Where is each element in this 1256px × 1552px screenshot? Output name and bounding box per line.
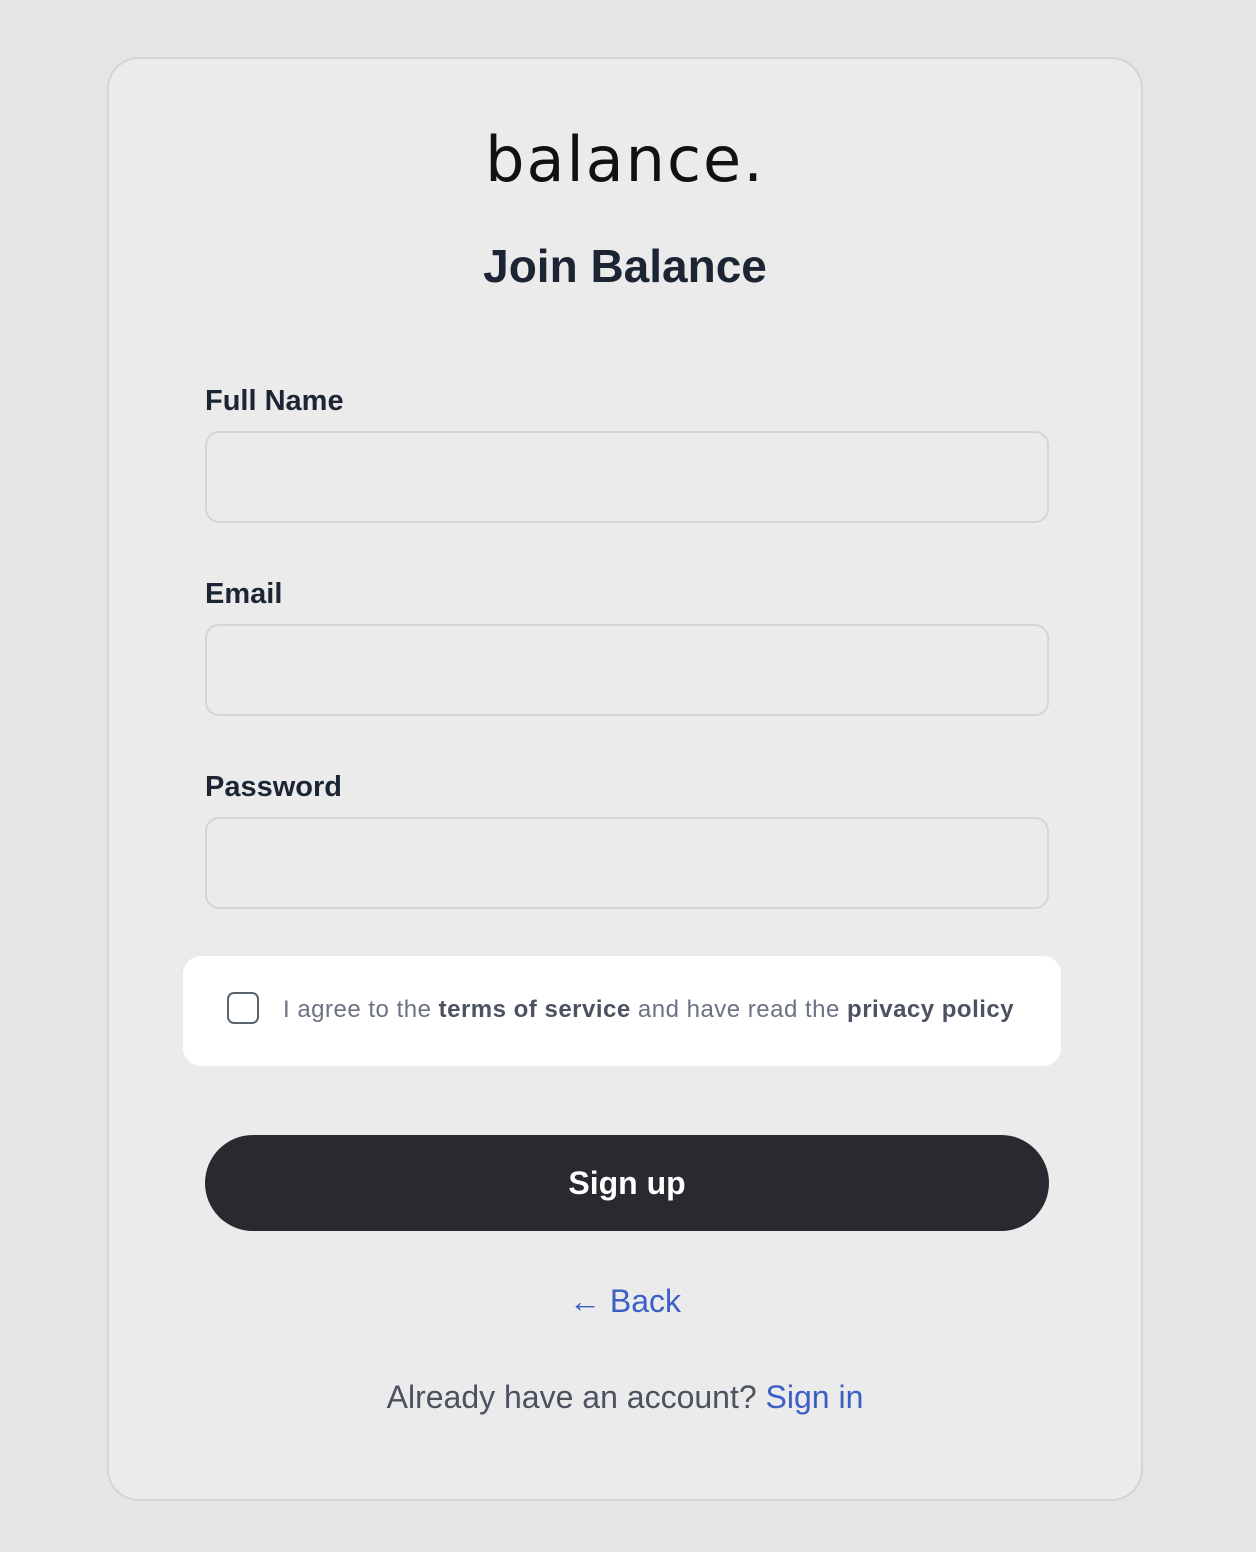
signup-button[interactable]: Sign up (205, 1135, 1049, 1231)
terms-agreement: I agree to the terms of service and have… (183, 956, 1061, 1066)
arrow-left-icon: ← (568, 1283, 601, 1319)
signin-link[interactable]: Sign in (766, 1379, 864, 1415)
agreement-prefix: I agree to the (283, 996, 439, 1023)
page-title: Join Balance (483, 240, 767, 292)
terms-of-service-link[interactable]: terms of service (439, 996, 631, 1023)
password-label: Password (205, 771, 342, 803)
signin-prompt-text: Already have an account? (386, 1379, 766, 1415)
back-link[interactable]: ← Back (569, 1283, 681, 1319)
email-label: Email (205, 578, 283, 610)
privacy-policy-link[interactable]: privacy policy (847, 996, 1014, 1023)
agreement-text: I agree to the terms of service and have… (283, 996, 1014, 1025)
agreement-middle: and have read the (630, 996, 848, 1023)
brand-logo: balance. (485, 123, 765, 196)
agree-checkbox[interactable] (227, 992, 259, 1024)
signin-prompt: Already have an account? Sign in (109, 1381, 1141, 1413)
full-name-label: Full Name (205, 385, 344, 417)
back-link-row: ← Back (109, 1285, 1141, 1317)
full-name-input[interactable] (205, 431, 1049, 523)
password-input[interactable] (205, 817, 1049, 909)
email-input[interactable] (205, 624, 1049, 716)
signup-card: balance. Join Balance Full Name Email Pa… (107, 57, 1143, 1501)
back-link-label: Back (609, 1283, 682, 1319)
